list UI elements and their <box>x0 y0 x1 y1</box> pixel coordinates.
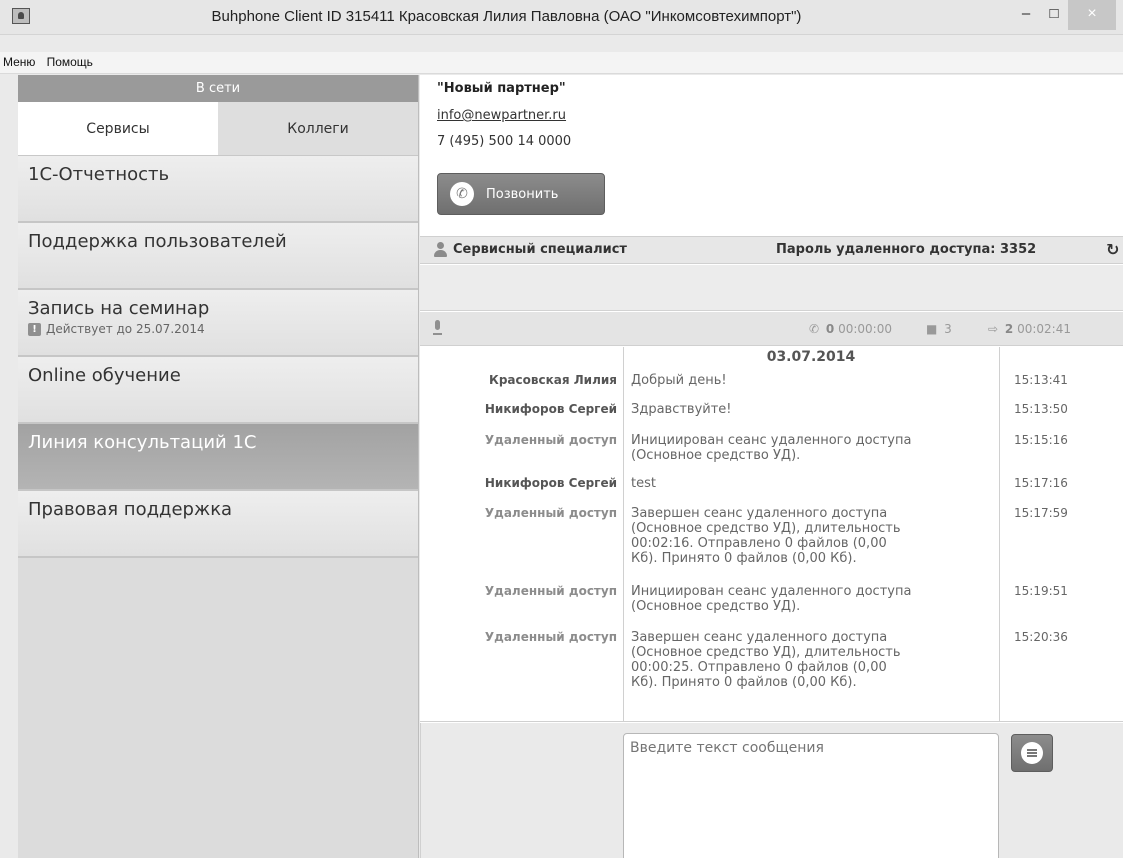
message-time: 15:19:51 <box>1014 584 1068 598</box>
message-text: Завершен сеанс удаленного доступа (Основ… <box>631 630 901 690</box>
service-title: Запись на семинар <box>28 298 210 319</box>
call-button-label: Позвонить <box>486 186 559 202</box>
message-time: 15:17:16 <box>1014 476 1068 490</box>
minimize-button[interactable]: – <box>1012 0 1040 30</box>
partner-email-link[interactable]: info@newpartner.ru <box>437 108 566 123</box>
session-stats-bar: ✆ 0 00:00:00 ■ 3 ⇨ 2 00:02:41 <box>420 312 1123 346</box>
menu-item-help[interactable]: Помощь <box>44 52 97 69</box>
message-time: 15:20:36 <box>1014 630 1068 644</box>
send-button[interactable] <box>1011 734 1053 772</box>
service-item-user-support[interactable]: Поддержка пользователей <box>18 223 418 290</box>
message-text: Здравствуйте! <box>631 402 732 417</box>
message-input[interactable] <box>623 733 999 858</box>
message-author: Удаленный доступ <box>484 630 617 644</box>
service-title: Online обучение <box>28 365 181 386</box>
service-title: Линия консультаций 1С <box>28 432 257 453</box>
tab-services[interactable]: Сервисы <box>18 102 218 155</box>
service-item-consult-line[interactable]: Линия консультаций 1С <box>18 424 418 491</box>
specialist-bar: Сервисный специалист Пароль удаленного д… <box>420 236 1123 264</box>
compose-area <box>420 723 1123 858</box>
remote-stats: ⇨ 2 00:02:41 <box>988 322 1071 336</box>
partner-name: "Новый партнер" <box>437 81 566 96</box>
chat-bubble-icon <box>1021 742 1043 764</box>
phone-icon: ✆ <box>809 322 820 336</box>
message-text: Инициирован сеанс удаленного доступа (Ос… <box>631 584 912 614</box>
service-item-reporting[interactable]: 1С-Отчетность <box>18 156 418 223</box>
column-divider <box>623 347 624 721</box>
message-author: Никифоров Сергей <box>484 476 617 490</box>
column-divider <box>999 347 1000 721</box>
microphone-icon[interactable] <box>432 320 442 335</box>
call-stats: ✆ 0 00:00:00 <box>809 322 892 336</box>
chat-bubble-icon: ■ <box>926 322 938 336</box>
menu-item-menu[interactable]: Меню <box>0 52 39 69</box>
chat-log: 03.07.2014 Красовская Лилия Добрый день!… <box>420 347 1123 722</box>
message-author: Удаленный доступ <box>484 506 617 520</box>
remote-duration: 00:02:41 <box>1017 322 1071 336</box>
service-valid-until: Действует до 25.07.2014 <box>46 322 205 336</box>
message-time: 15:17:59 <box>1014 506 1068 520</box>
person-icon <box>434 242 447 257</box>
phone-icon: ✆ <box>450 182 474 206</box>
message-author: Красовская Лилия <box>489 373 617 387</box>
message-author: Удаленный доступ <box>484 584 617 598</box>
menu-bar: Меню Помощь <box>0 52 1123 74</box>
main-panel: "Новый партнер" info@newpartner.ru 7 (49… <box>420 75 1123 858</box>
service-subtitle: ! Действует до 25.07.2014 <box>28 322 408 336</box>
warning-icon: ! <box>28 322 41 336</box>
service-title: 1С-Отчетность <box>28 164 170 185</box>
message-author: Удаленный доступ <box>484 433 617 447</box>
specialist-label: Сервисный специалист <box>453 242 627 257</box>
message-text: Завершен сеанс удаленного доступа (Основ… <box>631 506 901 566</box>
title-bar: Buhphone Client ID 315411 Красовская Лил… <box>0 0 1123 35</box>
call-button[interactable]: ✆ Позвонить <box>437 173 605 215</box>
window-title: Buhphone Client ID 315411 Красовская Лил… <box>211 8 802 25</box>
service-title: Поддержка пользователей <box>28 231 287 252</box>
message-text: Инициирован сеанс удаленного доступа (Ос… <box>631 433 912 463</box>
message-text: test <box>631 476 656 491</box>
service-item-online-training[interactable]: Online обучение <box>18 357 418 424</box>
service-item-legal-support[interactable]: Правовая поддержка <box>18 491 418 558</box>
message-time: 15:15:16 <box>1014 433 1068 447</box>
message-count: 3 <box>944 322 952 336</box>
remote-password: Пароль удаленного доступа: 3352 <box>776 242 1037 257</box>
call-duration: 00:00:00 <box>838 322 892 336</box>
message-stats: ■ 3 <box>926 322 952 336</box>
message-time: 15:13:41 <box>1014 373 1068 387</box>
message-text: Добрый день! <box>631 373 727 388</box>
info-strip <box>420 265 1123 311</box>
sidebar-tabs: Сервисы Коллеги <box>18 102 418 156</box>
message-author: Никифоров Сергей <box>484 402 617 416</box>
refresh-icon[interactable]: ↻ <box>1106 240 1119 259</box>
partner-phone: 7 (495) 500 14 0000 <box>437 134 572 149</box>
online-status: В сети <box>18 75 418 102</box>
maximize-button[interactable]: □ <box>1040 0 1068 30</box>
remote-count: 2 <box>1004 322 1014 336</box>
remote-access-icon: ⇨ <box>988 322 999 336</box>
close-button[interactable]: × <box>1068 0 1116 30</box>
call-count: 0 <box>825 322 835 336</box>
sidebar: В сети Сервисы Коллеги 1С-Отчетность Под… <box>18 75 419 858</box>
message-time: 15:13:50 <box>1014 402 1068 416</box>
contact-card: "Новый партнер" info@newpartner.ru 7 (49… <box>420 75 1123 235</box>
chat-date: 03.07.2014 <box>766 349 856 365</box>
tab-colleagues[interactable]: Коллеги <box>218 102 418 155</box>
service-item-seminar[interactable]: Запись на семинар ! Действует до 25.07.2… <box>18 290 418 357</box>
service-title: Правовая поддержка <box>28 499 233 520</box>
